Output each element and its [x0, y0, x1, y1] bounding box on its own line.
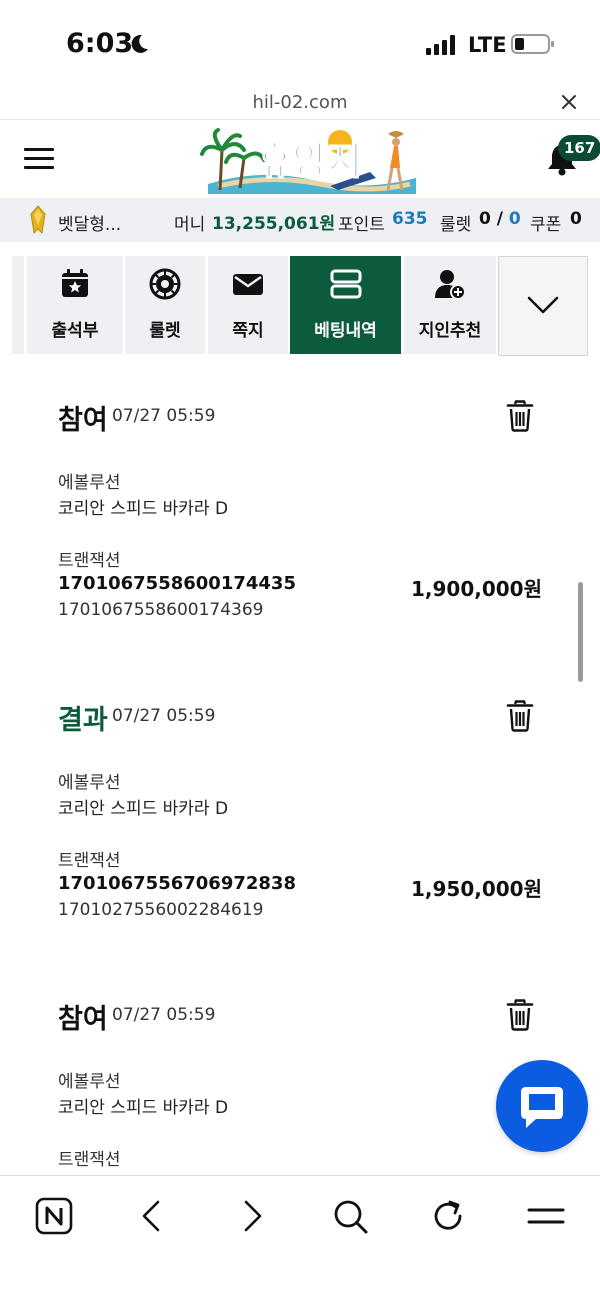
url-text[interactable]: hil-02.com [0, 92, 600, 113]
bet-history-item: 참여 07/27 05:59 에볼루션 코리안 스피드 바카라 D 트랜잭션 1… [0, 360, 600, 660]
bet-time: 07/27 05:59 [112, 406, 216, 426]
bet-history-list[interactable]: 참여 07/27 05:59 에볼루션 코리안 스피드 바카라 D 트랜잭션 1… [0, 360, 600, 1175]
roulette-icon [149, 268, 181, 300]
game-name: 코리안 스피드 바카라 D [58, 499, 229, 519]
calendar-star-icon [62, 269, 88, 297]
quick-menu-prev-edge [12, 256, 24, 354]
refresh-button[interactable] [428, 1196, 468, 1236]
roulette-value-used: 0 / [479, 209, 503, 229]
game-name: 코리안 스피드 바카라 D [58, 799, 229, 819]
money-label: 머니 [174, 215, 206, 235]
naver-n-icon [35, 1197, 73, 1235]
transaction-id-primary: 1701067558600174435 [58, 573, 296, 594]
menu-lines-icon [527, 1208, 565, 1224]
search-button[interactable] [330, 1196, 370, 1236]
quick-menu-roulette[interactable]: 룰렛 [125, 256, 205, 354]
bet-history-item: 결과 07/27 05:59 에볼루션 코리안 스피드 바카라 D 트랜잭션 1… [0, 660, 600, 960]
back-button[interactable] [132, 1196, 172, 1236]
bet-amount: 1,900,000원 [410, 577, 542, 601]
browser-toolbar [0, 1175, 600, 1301]
transaction-label: 트랜잭션 [58, 851, 121, 871]
quick-menu-referral[interactable]: 지인추천 [404, 256, 496, 354]
envelope-icon [233, 274, 263, 295]
roulette-label: 룰렛 [440, 215, 472, 235]
game-name: 코리안 스피드 바카라 D [58, 1098, 229, 1118]
quick-menu-more-button[interactable] [498, 256, 588, 356]
bet-amount: 1,950,000원 [410, 877, 542, 901]
quick-menu-bet-history[interactable]: 베팅내역 [290, 256, 401, 354]
roulette-value: 0 / 0 [479, 209, 521, 229]
point-label: 포인트 [338, 215, 385, 235]
bet-time: 07/27 05:59 [112, 1005, 216, 1025]
quick-menu-label: 출석부 [51, 321, 99, 341]
transaction-label: 트랜잭션 [58, 551, 121, 571]
notification-badge[interactable]: 167 [558, 135, 600, 161]
chevron-right-icon [244, 1200, 262, 1232]
quick-menu-message[interactable]: 쪽지 [208, 256, 288, 354]
quick-menu-label: 쪽지 [232, 321, 264, 341]
quick-menu-attendance[interactable]: 출석부 [27, 256, 123, 354]
point-value: 635 [392, 209, 428, 229]
transaction-id-primary: 1701067556706972838 [58, 873, 296, 894]
user-add-icon [435, 270, 466, 300]
logo-text: 휴양지 [258, 139, 363, 183]
transaction-id-secondary: 1701067558600174369 [58, 600, 264, 620]
status-bar: 6:03 LTE [0, 0, 600, 88]
signal-icon [426, 35, 455, 55]
coupon-label: 쿠폰 [530, 215, 562, 235]
bet-status: 결과 [58, 705, 108, 736]
quick-menu-label: 룰렛 [149, 321, 181, 341]
network-type: LTE [468, 33, 507, 57]
coupon-value: 0 [570, 209, 582, 229]
naver-home-button[interactable] [34, 1196, 74, 1236]
chevron-down-icon [527, 296, 559, 314]
bet-history-item: 참여 07/27 05:59 에볼루션 코리안 스피드 바카라 D 트랜잭션 [0, 959, 600, 1175]
list-stack-icon [330, 269, 361, 299]
bet-status: 참여 [58, 1004, 108, 1035]
quick-menu-label: 베팅내역 [314, 321, 377, 341]
provider-label: 에볼루션 [58, 1072, 121, 1092]
quick-menu-label: 지인추천 [418, 321, 482, 341]
refresh-icon [434, 1200, 462, 1230]
close-icon[interactable] [560, 93, 578, 111]
provider-label: 에볼루션 [58, 773, 121, 793]
roulette-value-total: 0 [508, 209, 521, 229]
bet-status: 참여 [58, 405, 108, 436]
money-value: 13,255,061원 [212, 214, 336, 234]
transaction-label: 트랜잭션 [58, 1150, 121, 1170]
provider-label: 에볼루션 [58, 473, 121, 493]
battery-icon [511, 34, 554, 54]
quick-menu: 출석부 룰렛 쪽지 베팅내역 지인추천 [12, 256, 588, 356]
chevron-left-icon [142, 1200, 160, 1232]
search-icon [334, 1200, 368, 1234]
scrollbar[interactable] [578, 582, 583, 682]
browser-url-bar[interactable]: hil-02.com [0, 88, 600, 120]
live-chat-button[interactable] [496, 1060, 588, 1152]
forward-button[interactable] [232, 1196, 272, 1236]
user-name[interactable]: 벳달형... [58, 210, 121, 235]
status-time: 6:03 [66, 28, 134, 59]
hamburger-menu-icon[interactable] [24, 146, 54, 172]
rank-medal-icon [30, 205, 46, 235]
site-header: 휴양지 167 [0, 120, 600, 198]
bet-time: 07/27 05:59 [112, 706, 216, 726]
moon-icon [131, 34, 148, 53]
trash-icon[interactable] [506, 700, 534, 732]
trash-icon[interactable] [506, 999, 534, 1031]
trash-icon[interactable] [506, 400, 534, 432]
site-logo[interactable]: 휴양지 [200, 124, 420, 196]
transaction-id-secondary: 1701027556002284619 [58, 900, 264, 920]
browser-menu-button[interactable] [526, 1196, 566, 1236]
chat-bubble-icon [521, 1087, 563, 1128]
user-info-bar: 벳달형... 머니 13,255,061원 포인트 635 룰렛 0 / 0 쿠… [0, 198, 600, 242]
